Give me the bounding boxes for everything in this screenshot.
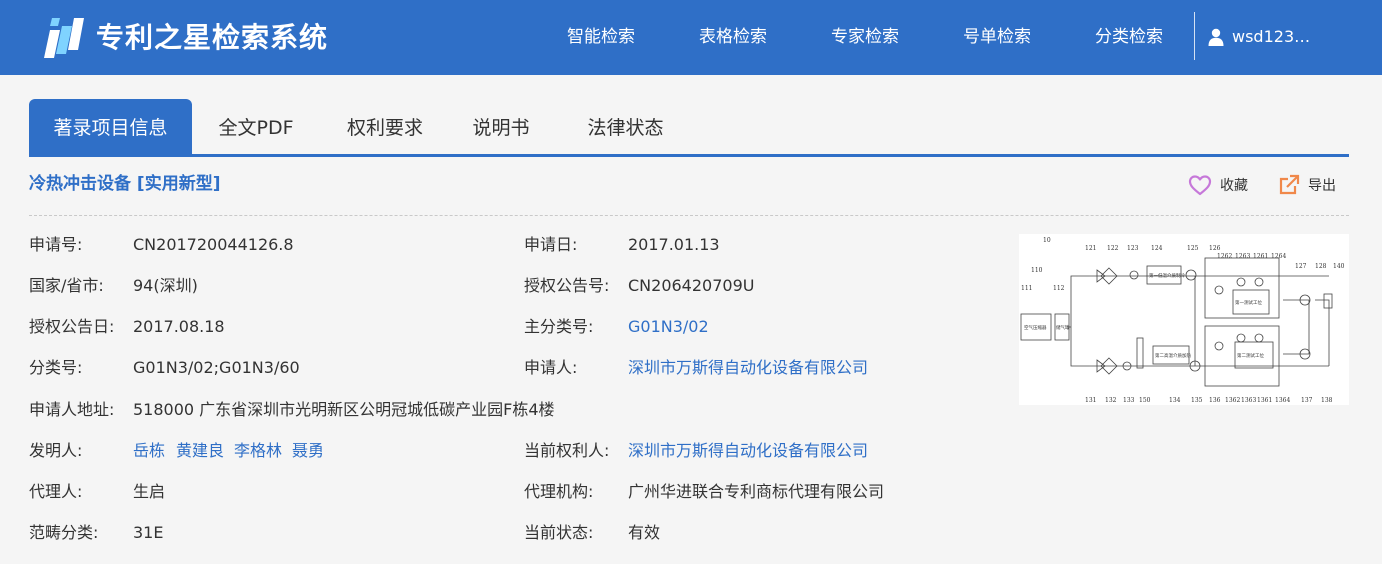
user-menu[interactable]: wsd123… [1208, 24, 1310, 50]
value-status: 有效 [628, 523, 661, 542]
label-inventors: 发明人: [29, 441, 83, 460]
nav-expert-search[interactable]: 专家检索 [831, 24, 899, 50]
label-grant-pub-no: 授权公告号: [524, 276, 610, 295]
value-applicant-address: 518000 广东省深圳市光明新区公明冠城低碳产业园F栋4楼 [133, 400, 555, 419]
label-main-class: 主分类号: [524, 317, 594, 336]
export-label: 导出 [1308, 178, 1336, 194]
value-grant-pub-no: CN206420709U [628, 276, 755, 295]
drawing-label: 122 [1107, 245, 1119, 252]
value-application-date: 2017.01.13 [628, 235, 720, 254]
drawing-label: 1361 [1257, 397, 1272, 404]
drawing-label: 110 [1031, 267, 1043, 274]
label-agency: 代理机构: [524, 482, 594, 501]
nav-divider [1194, 12, 1195, 60]
inventor-link-4[interactable]: 聂勇 [292, 440, 324, 462]
value-class-no: G01N3/02;G01N3/60 [133, 358, 300, 377]
label-applicant-address: 申请人地址: [29, 400, 115, 419]
drawing-label: 127 [1295, 263, 1307, 270]
drawing-label: 124 [1151, 245, 1163, 252]
drawing-box-label: 空气压缩器 [1024, 324, 1047, 331]
value-agent: 生启 [133, 482, 166, 501]
tab-description[interactable]: 说明书 [456, 99, 546, 154]
value-application-no: CN201720044126.8 [133, 235, 294, 254]
main-class-link[interactable]: G01N3/02 [628, 316, 709, 338]
title-divider [29, 215, 1349, 216]
user-icon [1208, 28, 1224, 46]
value-country-province: 94(深圳) [133, 276, 198, 295]
label-class-no: 分类号: [29, 358, 83, 377]
inventor-link-1[interactable]: 岳栋 [133, 440, 165, 462]
nav-class-search[interactable]: 分类检索 [1095, 24, 1163, 50]
patent-title: 冷热冲击设备 [实用新型] [29, 174, 221, 194]
drawing-label: 131 [1085, 397, 1096, 404]
applicant-link[interactable]: 深圳市万斯得自动化设备有限公司 [628, 357, 868, 379]
drawing-label: 140 [1333, 263, 1345, 270]
brand-title: 专利之星检索系统 [96, 21, 329, 54]
drawing-label: 1261 [1253, 253, 1268, 260]
drawing-label: 111 [1021, 285, 1032, 292]
drawing-label: 126 [1209, 245, 1221, 252]
favorite-button[interactable]: 收藏 [1188, 173, 1248, 197]
inventor-link-2[interactable]: 黄建良 [176, 440, 224, 462]
drawing-box-label: 第一测试工位 [1235, 299, 1262, 306]
nav-number-search[interactable]: 号单检索 [963, 24, 1031, 50]
drawing-label: 136 [1209, 397, 1221, 404]
drawing-box-label: 第二高温介质加热 [1155, 352, 1191, 359]
drawing-label: 125 [1187, 245, 1199, 252]
drawing-label: 133 [1123, 397, 1135, 404]
drawing-label: 135 [1191, 397, 1203, 404]
favorite-label: 收藏 [1220, 178, 1248, 194]
tab-bibliographic[interactable]: 著录项目信息 [29, 99, 192, 154]
export-button[interactable]: 导出 [1278, 173, 1336, 197]
user-name: wsd123… [1232, 27, 1311, 46]
label-category: 范畴分类: [29, 523, 99, 542]
drawing-label: 150 [1139, 397, 1151, 404]
drawing-label: 1362 [1225, 397, 1240, 404]
drawing-label: 1263 [1235, 253, 1250, 260]
label-application-no: 申请号: [29, 235, 83, 254]
drawing-box-label: 第二测试工位 [1237, 352, 1264, 359]
logo-icon [44, 18, 84, 58]
drawing-label: 1262 [1217, 253, 1232, 260]
tab-legal-status[interactable]: 法律状态 [573, 99, 678, 154]
value-grant-pub-date: 2017.08.18 [133, 317, 225, 336]
drawing-label: 138 [1321, 397, 1333, 404]
drawing-label: 121 [1085, 245, 1096, 252]
drawing-label: 1364 [1275, 397, 1290, 404]
drawing-label: 128 [1315, 263, 1327, 270]
value-category: 31E [133, 523, 164, 542]
drawing-box-label: 储气罐 [1056, 324, 1070, 331]
drawing-label: 1363 [1241, 397, 1256, 404]
value-agency: 广州华进联合专利商标代理有限公司 [628, 482, 885, 501]
drawing-label: 137 [1301, 397, 1313, 404]
nav-smart-search[interactable]: 智能检索 [567, 24, 635, 50]
export-icon [1279, 174, 1300, 195]
current-owner-link[interactable]: 深圳市万斯得自动化设备有限公司 [628, 440, 868, 462]
nav-table-search[interactable]: 表格检索 [699, 24, 767, 50]
label-country-province: 国家/省市: [29, 276, 104, 295]
label-agent: 代理人: [29, 482, 83, 501]
detail-tabs: 著录项目信息 全文PDF 权利要求 说明书 法律状态 [29, 99, 1349, 157]
label-grant-pub-date: 授权公告日: [29, 317, 115, 336]
label-current-owner: 当前权利人: [524, 441, 610, 460]
top-header: 专利之星检索系统 智能检索 表格检索 专家检索 号单检索 分类检索 wsd123… [0, 0, 1382, 75]
label-status: 当前状态: [524, 523, 594, 542]
drawing-label: 132 [1105, 397, 1117, 404]
tab-fulltext-pdf[interactable]: 全文PDF [206, 99, 306, 154]
drawing-label: 1264 [1271, 253, 1286, 260]
drawing-label: 112 [1053, 285, 1065, 292]
drawing-label: 134 [1169, 397, 1181, 404]
label-applicant: 申请人: [524, 358, 578, 377]
drawing-label: 123 [1127, 245, 1139, 252]
patent-drawing[interactable]: 10 110 111 112 121 122 123 124 125 126 1… [1019, 234, 1349, 405]
label-application-date: 申请日: [524, 235, 578, 254]
inventor-link-3[interactable]: 李格林 [234, 440, 282, 462]
drawing-label: 10 [1043, 237, 1051, 244]
drawing-box-label: 第一低温介质制冷 [1149, 272, 1185, 279]
heart-icon [1188, 175, 1212, 196]
tab-claims[interactable]: 权利要求 [335, 99, 435, 154]
